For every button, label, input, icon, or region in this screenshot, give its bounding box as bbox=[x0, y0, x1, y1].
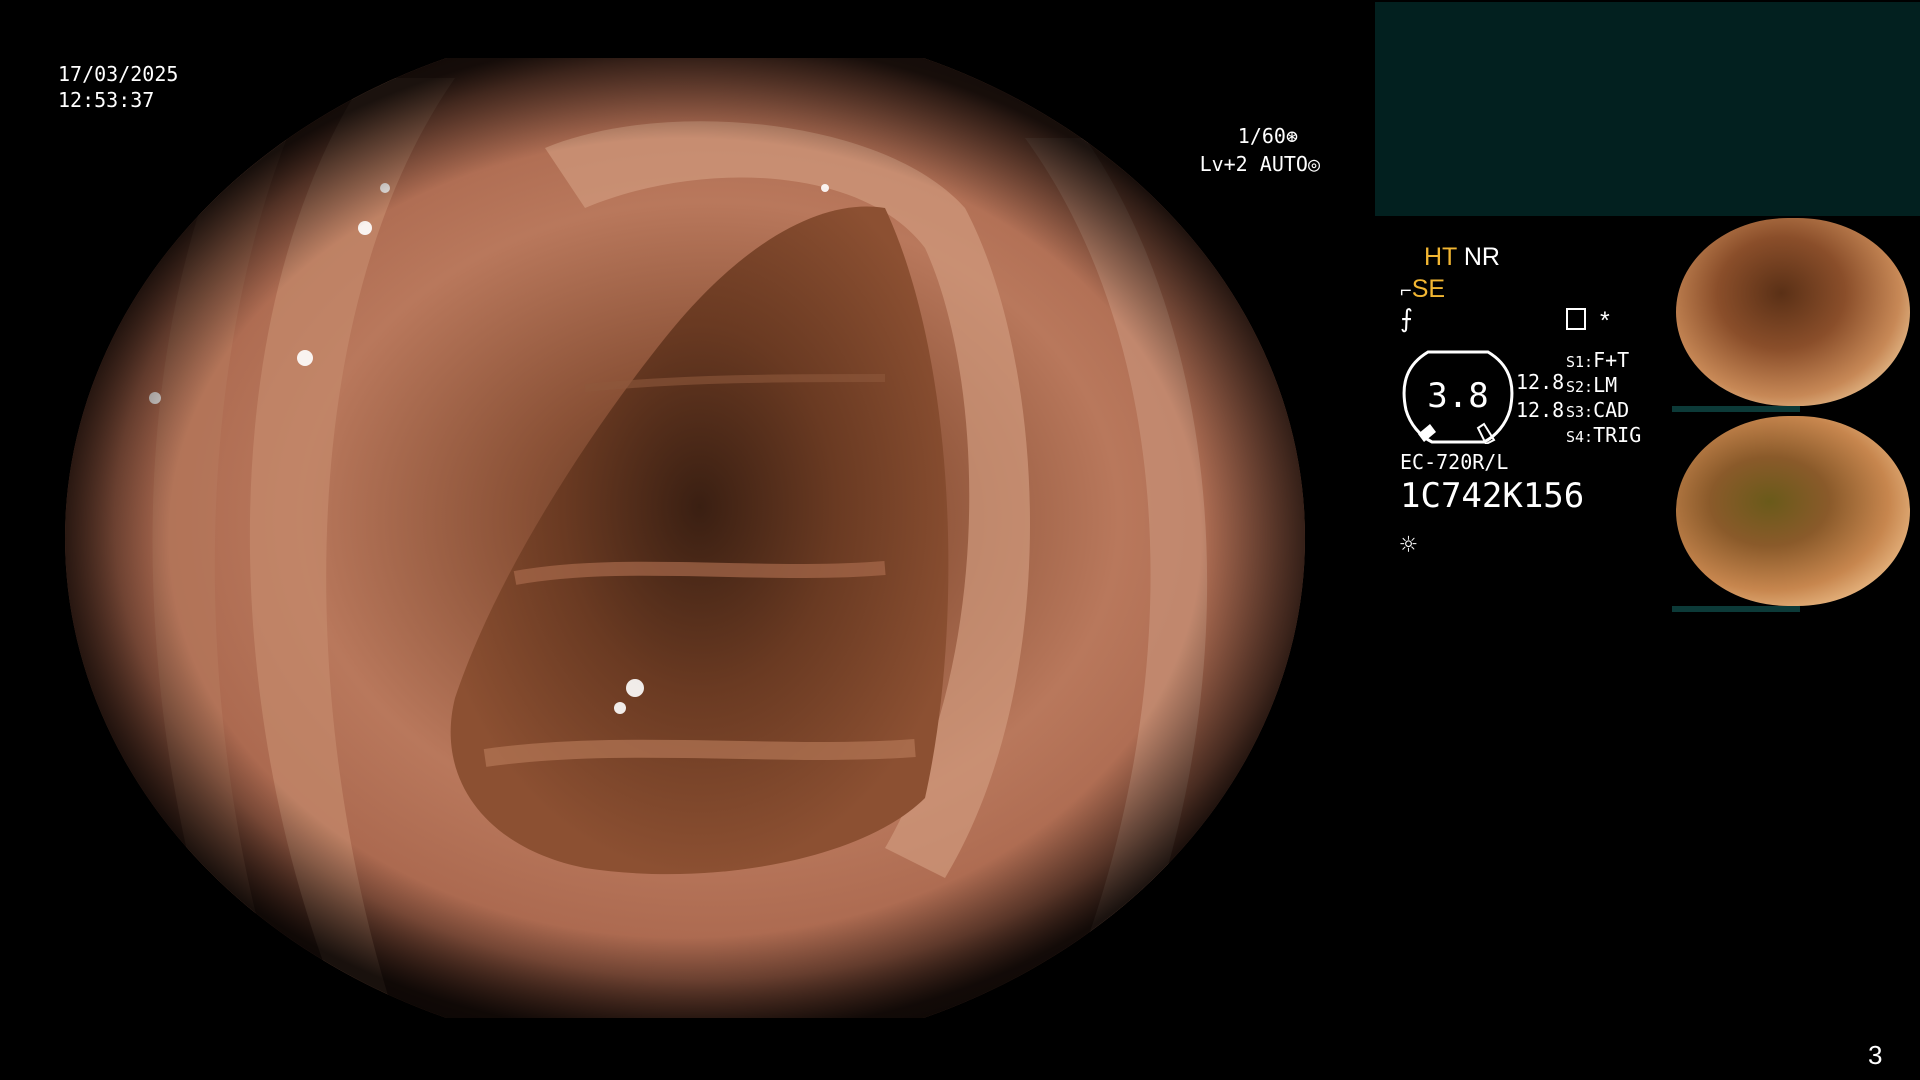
memory-icon bbox=[1566, 308, 1586, 330]
focus-icon: ⨍ bbox=[1400, 305, 1414, 333]
mode-value: AUTO bbox=[1259, 152, 1308, 176]
level-value: Lv+2 bbox=[1199, 152, 1248, 176]
value-2: 12.8 bbox=[1516, 398, 1565, 422]
level-mode: Lv+2 AUTO◎ bbox=[1140, 128, 1320, 176]
time-text: 12:53:37 bbox=[58, 88, 155, 112]
s4-key: S4: bbox=[1566, 428, 1594, 446]
thumbnail-2-bar bbox=[1672, 606, 1800, 612]
thumbnail-2[interactable] bbox=[1676, 416, 1910, 606]
thumbnail-1-bar bbox=[1672, 406, 1800, 412]
se-row: ⌐SE bbox=[1400, 274, 1445, 306]
s1-value: F+T bbox=[1593, 348, 1630, 372]
filter-icon: ⌐ bbox=[1400, 280, 1412, 302]
s2-row: S2:LM bbox=[1566, 373, 1617, 400]
s3-value: CAD bbox=[1593, 398, 1630, 422]
value-1: 12.8 bbox=[1516, 370, 1565, 394]
thumbnail-panel bbox=[1672, 216, 1918, 616]
light-icon: ☼ bbox=[1400, 528, 1417, 561]
s2-value: LM bbox=[1593, 373, 1618, 397]
page-number: 3 bbox=[1868, 1040, 1883, 1070]
se-label: SE bbox=[1411, 275, 1446, 303]
s1-key: S1: bbox=[1566, 353, 1594, 371]
thumbnail-1[interactable] bbox=[1676, 218, 1910, 406]
ht-label: HT bbox=[1424, 243, 1457, 271]
s3-key: S3: bbox=[1566, 403, 1594, 421]
s4-row: S4:TRIG bbox=[1566, 423, 1641, 450]
s3-row: S3:CAD bbox=[1566, 398, 1629, 425]
s1-row: S1:F+T bbox=[1566, 348, 1629, 375]
scope-model: EC-720R/L bbox=[1400, 450, 1509, 474]
date-text: 17/03/2025 bbox=[58, 62, 179, 86]
ht-nr-row: HT NR bbox=[1424, 242, 1500, 272]
gauge-value: 3.8 bbox=[1427, 376, 1489, 416]
auto-iris-icon: ◎ bbox=[1307, 152, 1320, 176]
scope-serial: 1C742K156 bbox=[1400, 476, 1585, 516]
s4-value: TRIG bbox=[1593, 423, 1642, 447]
endoscopy-view bbox=[65, 58, 1305, 1018]
s2-key: S2: bbox=[1566, 378, 1594, 396]
nr-label: NR bbox=[1463, 243, 1500, 271]
info-panel-box bbox=[1375, 2, 1920, 216]
asterisk-mark: * bbox=[1600, 307, 1610, 335]
